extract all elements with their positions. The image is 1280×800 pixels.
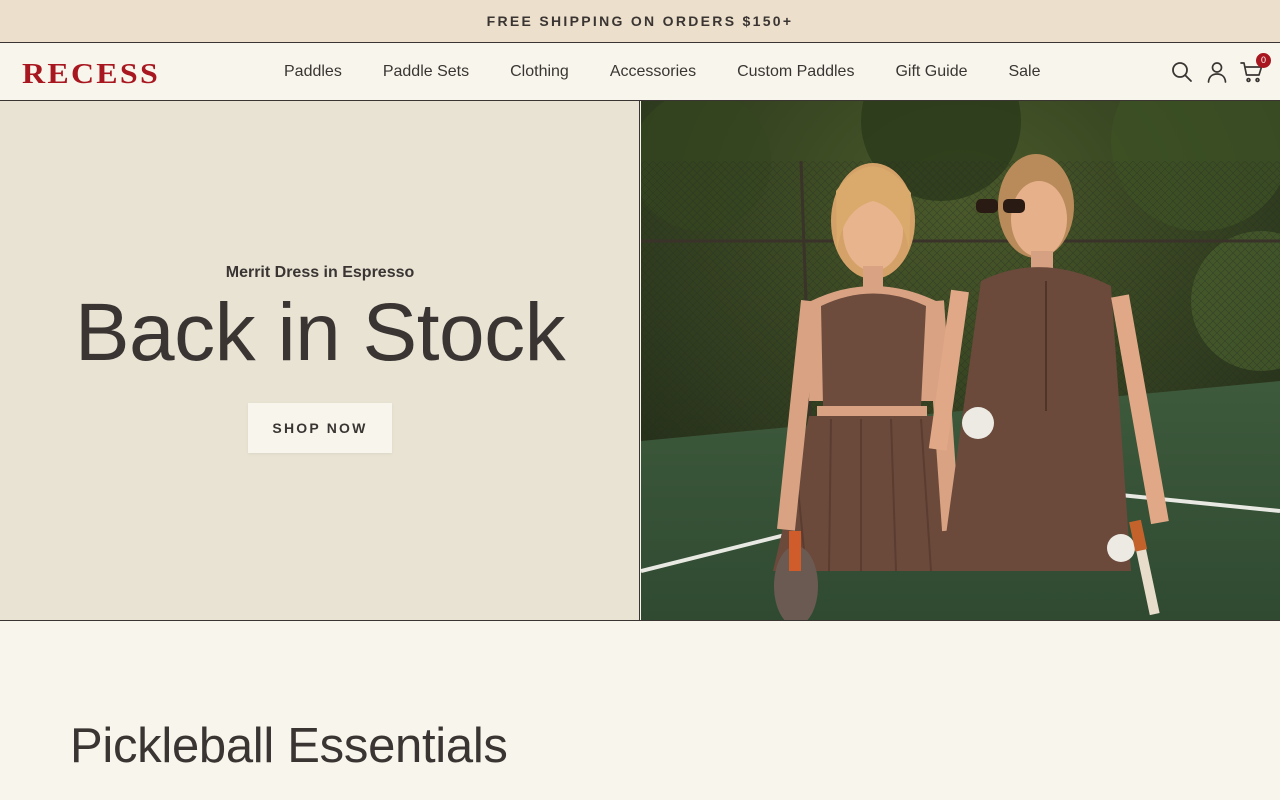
hero-photo: [641, 101, 1280, 620]
nav-item-accessories[interactable]: Accessories: [610, 43, 696, 100]
nav-item-sale[interactable]: Sale: [1008, 43, 1040, 100]
cart-count-badge: 0: [1256, 52, 1271, 68]
search-icon[interactable]: [1170, 60, 1194, 84]
svg-text:RECESS: RECESS: [22, 59, 160, 88]
site-header: RECESS Paddles Paddle Sets Clothing Acce…: [0, 42, 1280, 101]
nav-item-clothing[interactable]: Clothing: [510, 43, 569, 100]
hero-image[interactable]: [641, 101, 1280, 620]
main-nav: Paddles Paddle Sets Clothing Accessories…: [284, 43, 1041, 100]
logo[interactable]: RECESS: [22, 58, 162, 90]
announcement-bar: FREE SHIPPING ON ORDERS $150+: [0, 0, 1280, 42]
nav-item-paddle-sets[interactable]: Paddle Sets: [383, 43, 469, 100]
cart-icon[interactable]: 0: [1240, 52, 1271, 84]
logo-wordmark: RECESS: [22, 59, 160, 90]
section-title-pickleball-essentials: Pickleball Essentials: [70, 719, 508, 773]
hero-banner: Merrit Dress in Espresso Back in Stock S…: [0, 101, 1280, 621]
nav-item-custom-paddles[interactable]: Custom Paddles: [737, 43, 854, 100]
hero-text-panel: Merrit Dress in Espresso Back in Stock S…: [0, 101, 640, 620]
header-icons: 0: [1159, 43, 1271, 100]
nav-item-paddles[interactable]: Paddles: [284, 43, 342, 100]
hero-subtitle: Merrit Dress in Espresso: [225, 264, 415, 281]
hero-title: Back in Stock: [74, 287, 566, 378]
nav-item-gift-guide[interactable]: Gift Guide: [895, 43, 967, 100]
account-icon[interactable]: [1205, 60, 1229, 84]
shop-now-button[interactable]: SHOP NOW: [248, 403, 392, 453]
announcement-text: FREE SHIPPING ON ORDERS $150+: [486, 13, 794, 29]
